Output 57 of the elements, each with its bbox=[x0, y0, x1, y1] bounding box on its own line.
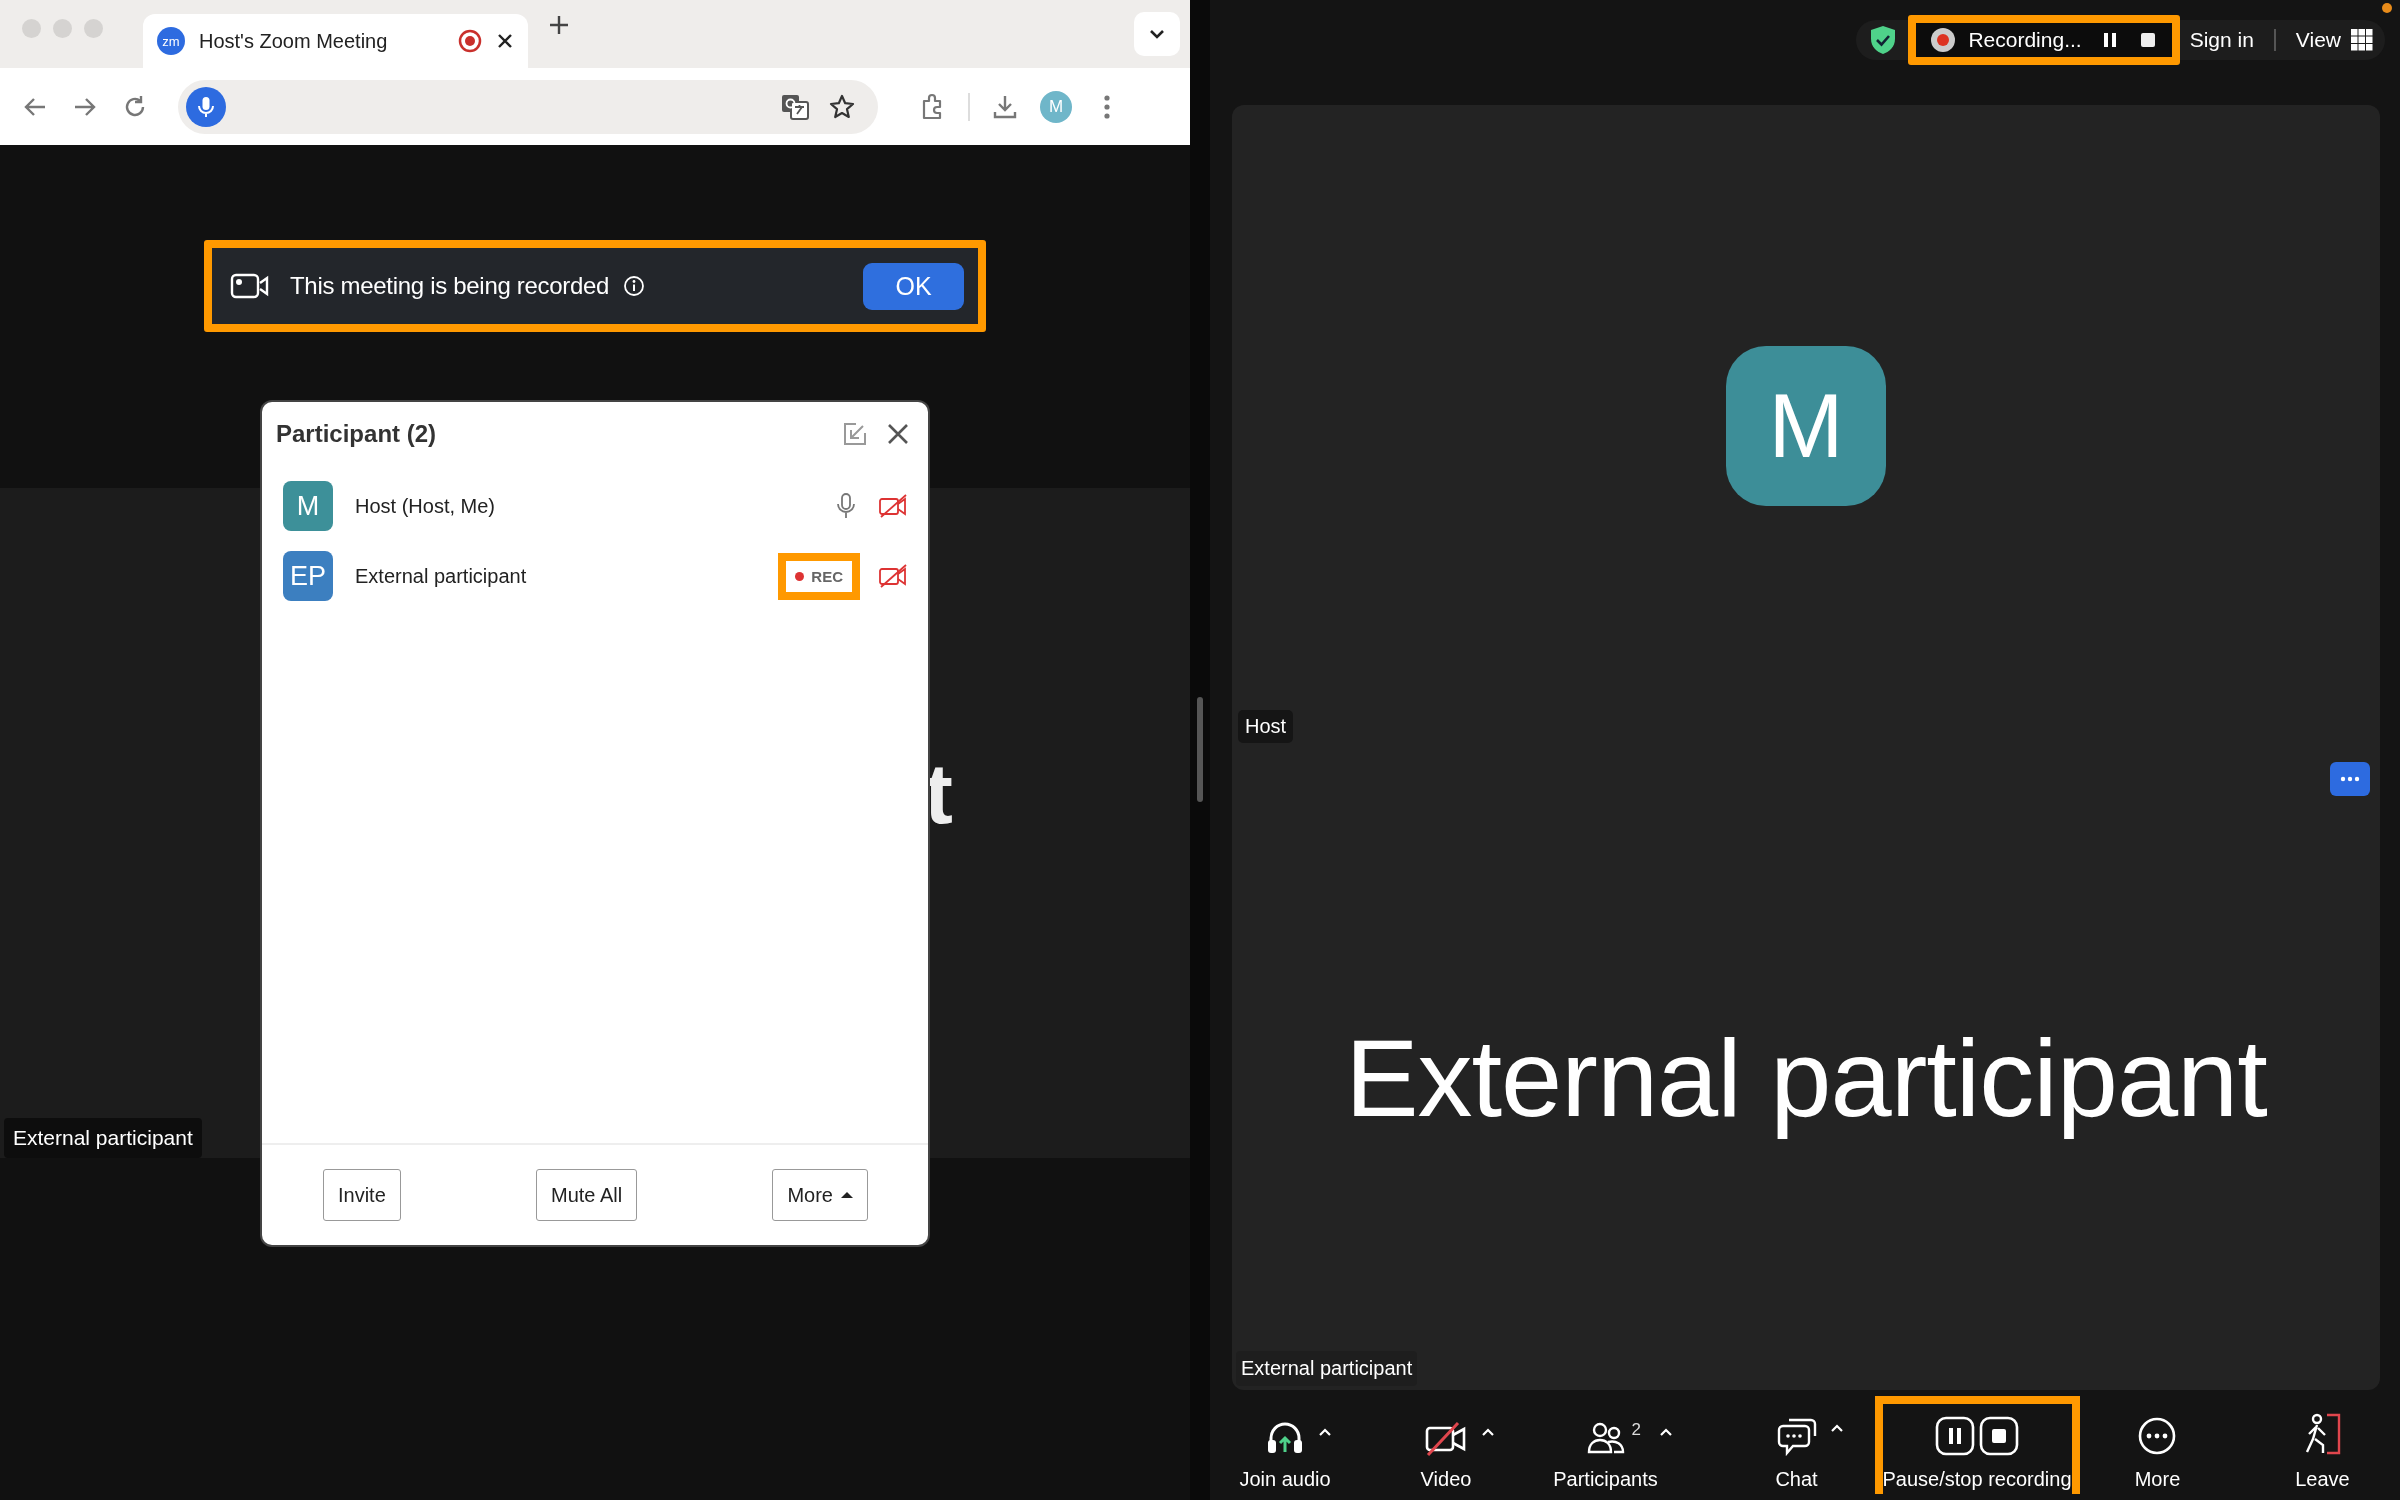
toolbar-button[interactable]: Join audio bbox=[1239, 1396, 1331, 1494]
participant-label: External participant bbox=[1236, 1351, 1418, 1386]
close-icon[interactable] bbox=[496, 32, 514, 50]
microphone-icon bbox=[197, 94, 215, 119]
headphones-icon bbox=[1265, 1420, 1305, 1456]
participant-avatar: M bbox=[283, 481, 333, 531]
toolbar-button[interactable]: Pause/stop recording bbox=[1882, 1404, 2072, 1494]
browser-tab[interactable]: zm Host's Zoom Meeting bbox=[143, 14, 528, 68]
close-icon[interactable] bbox=[886, 422, 910, 446]
toolbar-button[interactable]: 2 Participants bbox=[1553, 1396, 1658, 1494]
more-icon bbox=[2137, 1416, 2178, 1456]
panel-title: Participant (2) bbox=[276, 420, 438, 448]
grid-icon[interactable] bbox=[2351, 29, 2373, 51]
more-options-button[interactable] bbox=[2330, 762, 2370, 796]
pop-out-icon[interactable] bbox=[842, 421, 868, 447]
more-icon bbox=[2340, 776, 2360, 782]
more-button[interactable]: More bbox=[772, 1169, 868, 1221]
participant-count: 2 bbox=[1631, 1420, 1641, 1440]
caret-icon[interactable] bbox=[1480, 1426, 1496, 1438]
participant-label: External participant bbox=[4, 1118, 202, 1158]
video-camera-icon bbox=[230, 272, 270, 300]
sign-in-link[interactable]: Sign in bbox=[2189, 28, 2254, 52]
recording-status: Recording... bbox=[1968, 28, 2082, 52]
toolbar-button[interactable]: More bbox=[2134, 1396, 2181, 1494]
chevron-down-icon bbox=[1148, 28, 1166, 40]
rec-badge: REC bbox=[795, 567, 843, 585]
participant-avatar: EP bbox=[283, 551, 333, 601]
toolbar-button[interactable]: Leave bbox=[2295, 1396, 2350, 1494]
participant-name: Host (Host, Me) bbox=[355, 494, 497, 518]
toolbar-button[interactable]: Video bbox=[1420, 1396, 1472, 1494]
microphone-button[interactable] bbox=[186, 86, 226, 127]
tab-favicon: zm bbox=[157, 27, 185, 55]
video-off-icon[interactable] bbox=[878, 563, 908, 589]
pause-icon[interactable] bbox=[2101, 30, 2118, 50]
status-dot bbox=[2382, 3, 2392, 13]
video-off-icon[interactable] bbox=[878, 493, 908, 519]
chat-icon bbox=[1776, 1416, 1817, 1456]
participant-name-text: t bbox=[924, 750, 953, 836]
people-icon bbox=[1585, 1420, 1626, 1456]
ok-button[interactable]: OK bbox=[863, 262, 964, 310]
host-avatar: M bbox=[1726, 346, 1886, 506]
mute-all-button[interactable]: Mute All bbox=[536, 1169, 638, 1221]
caret-icon[interactable] bbox=[1317, 1426, 1333, 1438]
recording-icon bbox=[1930, 27, 1957, 53]
divider-handle[interactable] bbox=[1197, 697, 1203, 802]
toolbar-button[interactable]: Chat bbox=[1775, 1396, 1818, 1494]
pause-stop-icon bbox=[1935, 1416, 2019, 1456]
participant-label: Host bbox=[1238, 710, 1294, 743]
view-button[interactable]: View bbox=[2295, 28, 2341, 52]
bookmark-star-icon[interactable] bbox=[828, 92, 856, 121]
tab-title: Host's Zoom Meeting bbox=[199, 29, 389, 53]
invite-button[interactable]: Invite bbox=[323, 1169, 401, 1221]
info-icon[interactable] bbox=[623, 275, 646, 297]
participant-name: External participant bbox=[355, 564, 528, 588]
microphone-icon[interactable] bbox=[836, 492, 856, 520]
banner-message: This meeting is being recorded bbox=[290, 272, 610, 300]
participant-name-text: External participant bbox=[1345, 1015, 2267, 1141]
